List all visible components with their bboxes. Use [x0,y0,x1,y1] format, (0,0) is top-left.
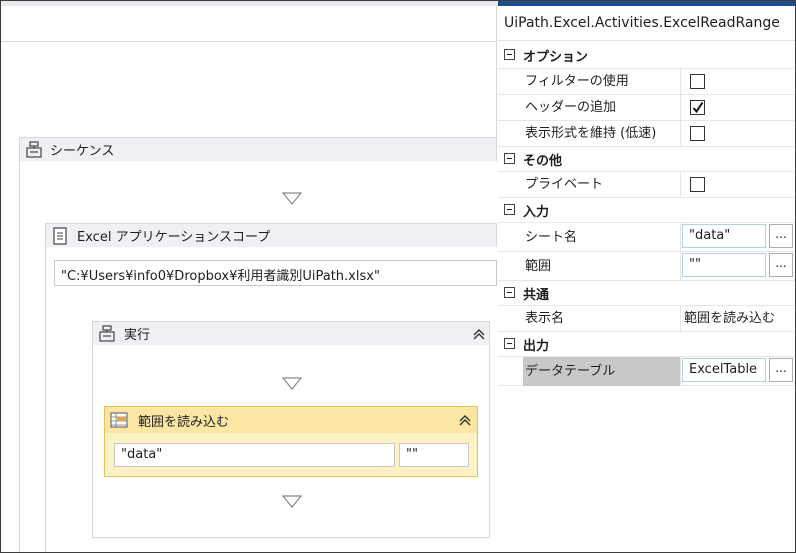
workflow-designer: シーケンス Excel アプリケーションスコープ "C:¥Users¥info0… [1,1,499,552]
properties-title-divider [498,40,795,41]
workbook-path-input[interactable]: "C:¥Users¥info0¥Dropbox¥利用者識別UiPath.xlsx… [54,260,497,286]
collapse-minus-icon[interactable] [504,287,515,298]
property-name: フィルターの使用 [523,69,681,94]
do-block-header[interactable]: 実行 [92,321,490,346]
range-value-input[interactable]: "" [682,253,766,277]
property-range[interactable]: 範囲 "" ... [498,251,795,281]
collapse-chevron-icon[interactable] [458,413,472,427]
display-name-value[interactable]: 範囲を読み込む [684,306,775,331]
property-private[interactable]: プライベート [498,171,795,197]
category-output[interactable]: 出力 [498,331,795,356]
use-filter-checkbox[interactable] [690,74,705,89]
sheet-name-input[interactable]: "data" [114,443,395,467]
property-name: 表示名 [523,306,681,331]
category-common[interactable]: 共通 [498,280,795,305]
property-add-headers[interactable]: ヘッダーの追加 [498,94,795,120]
sheet-name-ellipsis-button[interactable]: ... [769,224,793,248]
collapse-minus-icon[interactable] [504,153,515,164]
sheet-name-value-input[interactable]: "data" [682,224,766,248]
property-sheet-name[interactable]: シート名 "data" ... [498,222,795,252]
preserve-format-checkbox[interactable] [690,126,705,141]
excel-scope-title: Excel アプリケーションスコープ [77,230,271,245]
property-display-name[interactable]: 表示名 範囲を読み込む [498,305,795,331]
collapse-minus-icon[interactable] [504,204,515,215]
sequence-header[interactable]: シーケンス [19,137,497,162]
property-value: 範囲を読み込む [682,306,795,331]
category-label: その他 [523,153,563,169]
category-label: 共通 [523,287,550,303]
category-label: 入力 [523,204,550,220]
checkmark-icon [692,101,704,114]
datatable-value-input[interactable]: ExcelTable [682,358,766,382]
category-label: オプション [523,50,589,65]
property-use-filter[interactable]: フィルターの使用 [498,68,795,94]
property-name: 範囲 [523,252,681,281]
excel-scope-header[interactable]: Excel アプリケーションスコープ [45,223,497,248]
property-name: 表示形式を維持 (低速) [523,121,681,146]
property-name: プライベート [523,172,681,197]
category-misc[interactable]: その他 [498,146,795,171]
property-value [682,95,795,120]
properties-title: UiPath.Excel.Activities.ExcelReadRange [504,15,780,31]
property-value: ExcelTable ... [682,357,795,386]
excel-document-icon [53,226,67,245]
range-input[interactable]: "" [399,443,469,467]
collapse-minus-icon[interactable] [504,338,515,349]
category-label: 出力 [523,338,550,354]
read-range-title: 範囲を読み込む [138,414,230,430]
property-grid: オプション フィルターの使用 ヘッダーの追加 表示形式を維持 (低速) その他 … [498,43,795,386]
category-input[interactable]: 入力 [498,197,795,222]
private-checkbox[interactable] [690,177,705,192]
designer-top-bar [1,1,497,6]
property-value [682,121,795,146]
sequence-title: シーケンス [50,144,115,159]
property-value [682,172,795,197]
property-value [682,69,795,94]
do-block-title: 実行 [124,328,151,343]
sequence-icon [25,140,43,159]
property-name: ヘッダーの追加 [523,95,681,120]
properties-top-bar [498,1,795,6]
property-name: シート名 [523,223,681,252]
collapse-chevron-icon[interactable] [472,327,486,341]
property-preserve-format[interactable]: 表示形式を維持 (低速) [498,120,795,146]
sequence-icon [98,324,116,343]
window: シーケンス Excel アプリケーションスコープ "C:¥Users¥info0… [0,0,796,553]
category-options[interactable]: オプション [498,43,795,68]
collapse-minus-icon[interactable] [504,49,515,60]
read-range-icon [110,412,128,428]
read-range-header[interactable]: 範囲を読み込む [105,407,477,433]
property-value: "" ... [682,252,795,281]
property-name: データテーブル [523,357,681,386]
add-headers-checkbox[interactable] [690,100,705,115]
property-value: "data" ... [682,223,795,252]
properties-panel: UiPath.Excel.Activities.ExcelReadRange オ… [498,1,795,552]
read-range-activity[interactable]: 範囲を読み込む "data" "" [104,406,478,477]
designer-divider [1,41,497,42]
property-datatable[interactable]: データテーブル ExcelTable ... [498,356,795,386]
datatable-ellipsis-button[interactable]: ... [769,358,793,382]
range-ellipsis-button[interactable]: ... [769,253,793,277]
